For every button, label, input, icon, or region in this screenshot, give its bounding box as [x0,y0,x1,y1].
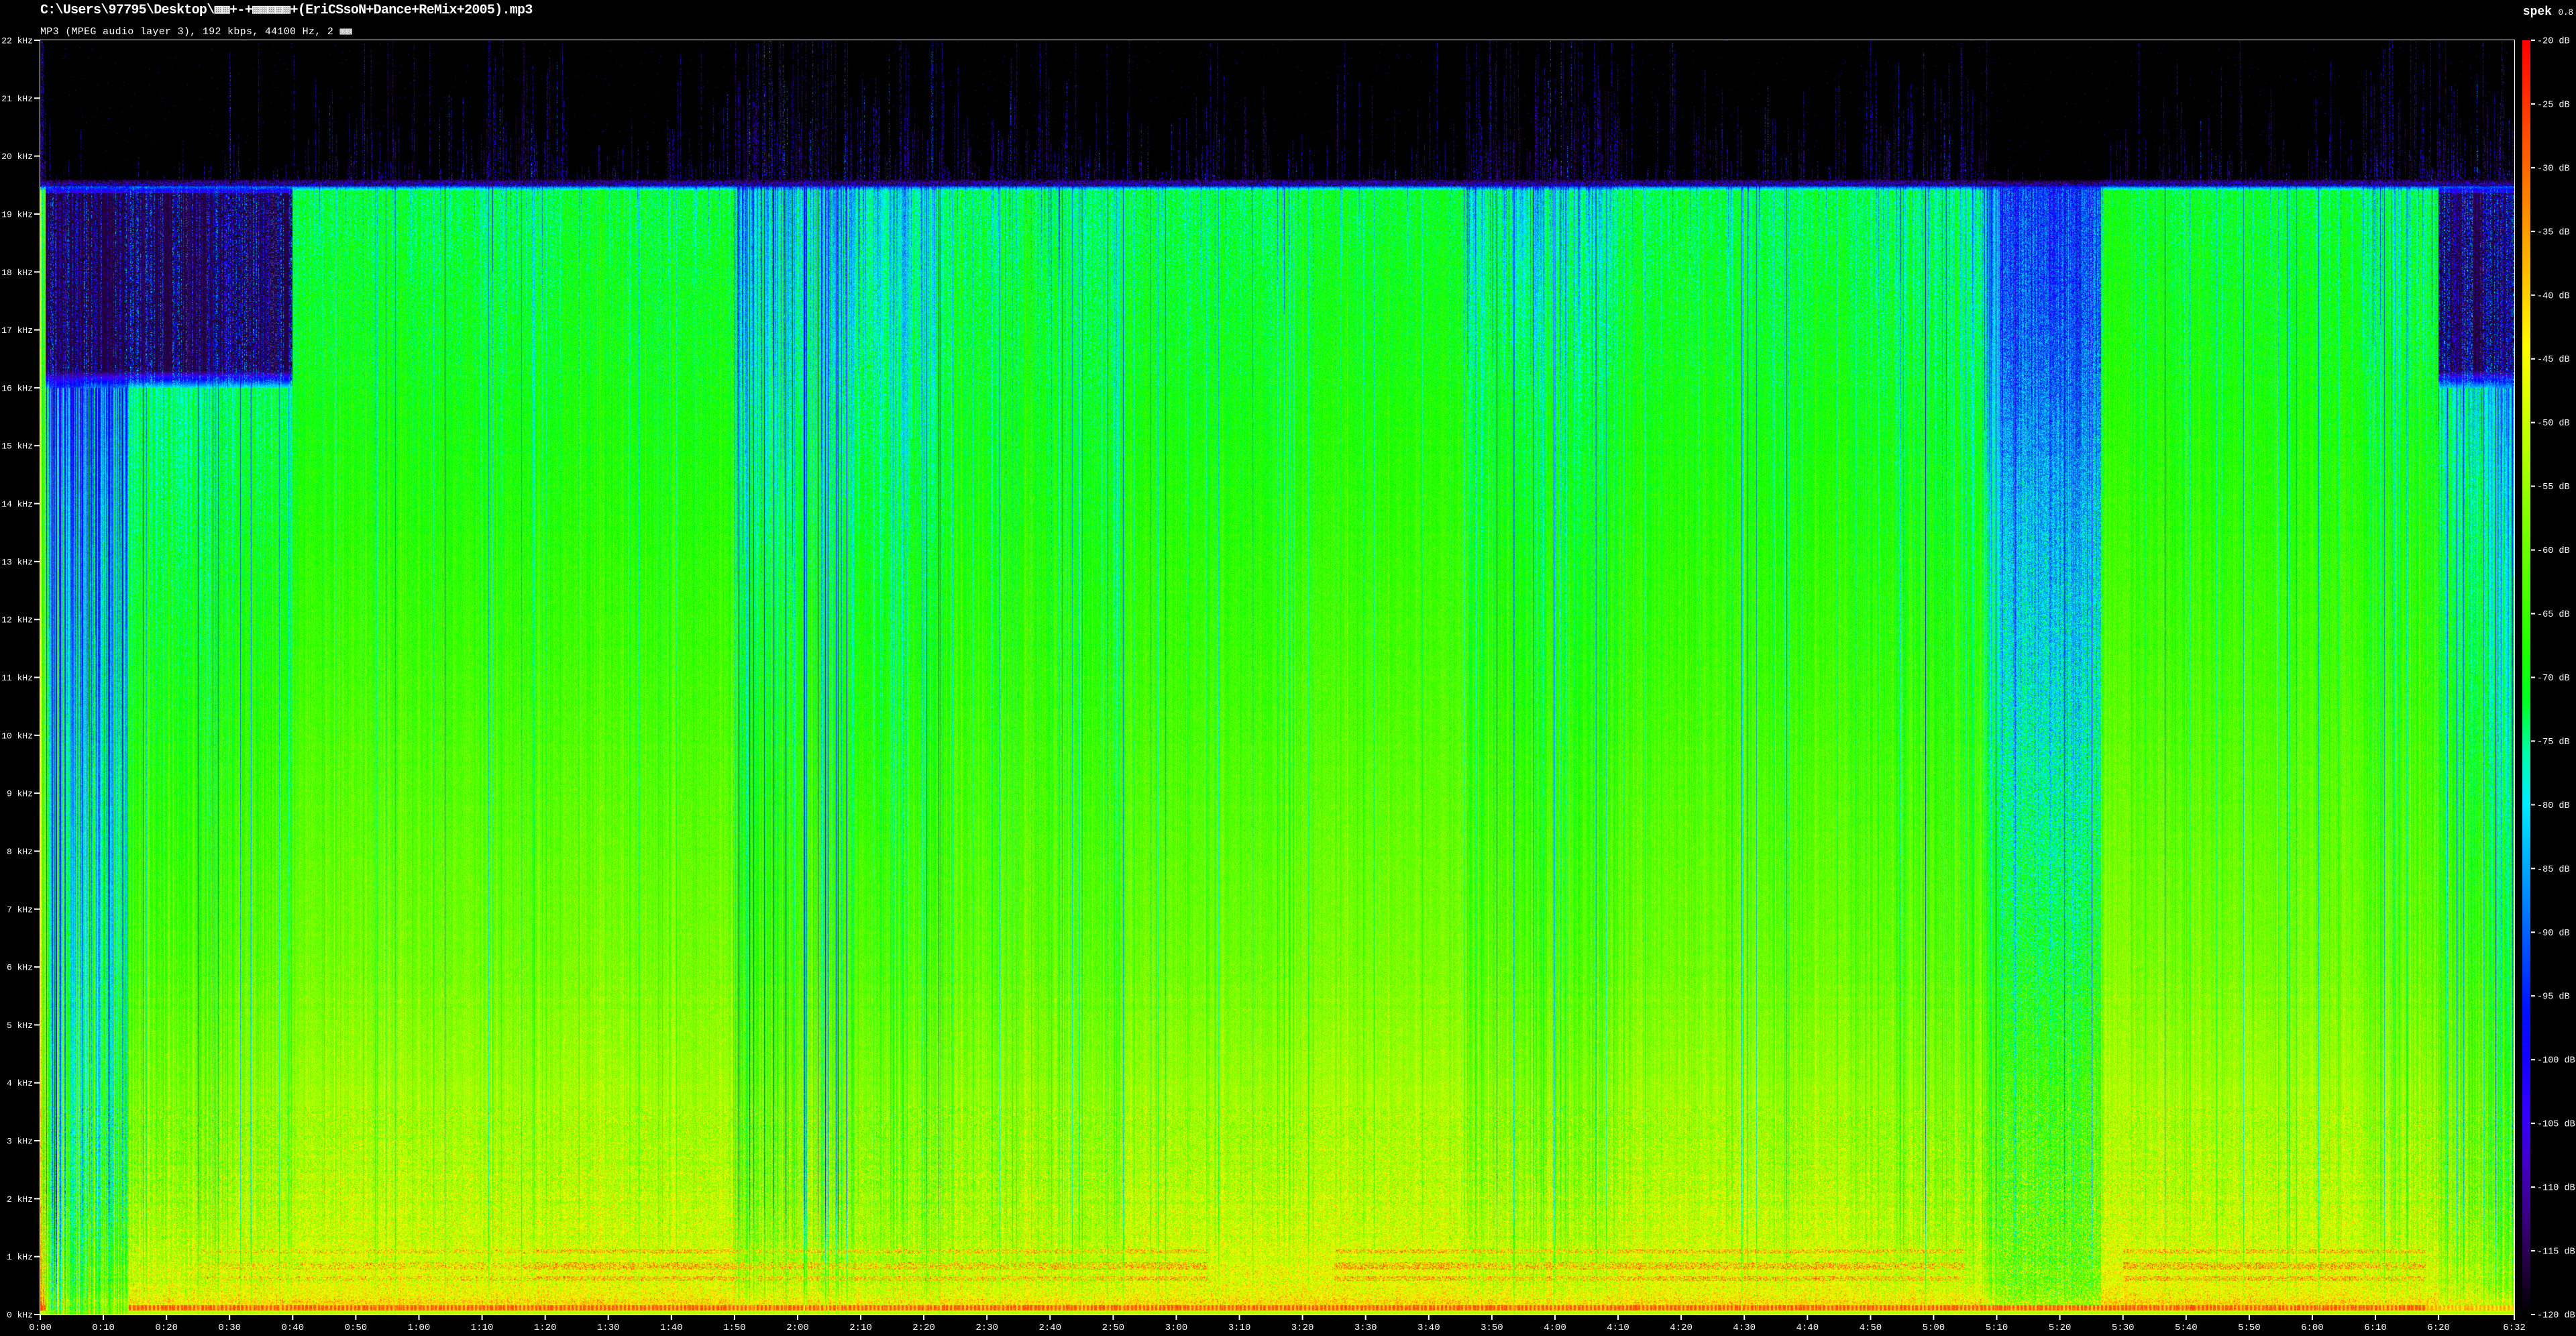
svg-text:3:10: 3:10 [1228,1323,1251,1333]
svg-text:5:30: 5:30 [2112,1323,2135,1333]
svg-text:5:10: 5:10 [1986,1323,2008,1333]
svg-text:-25 dB: -25 dB [2537,100,2570,110]
svg-text:C:\Users\97795\Desktop\▩▩+-+▩▩: C:\Users\97795\Desktop\▩▩+-+▩▩▩▩▩+(EriCS… [40,3,533,18]
svg-text:-50 dB: -50 dB [2537,419,2570,429]
svg-text:-60 dB: -60 dB [2537,546,2570,556]
svg-text:2:50: 2:50 [1102,1323,1125,1333]
svg-text:18 kHz: 18 kHz [1,268,33,278]
svg-text:2:40: 2:40 [1038,1323,1061,1333]
svg-text:5:00: 5:00 [1923,1323,1945,1333]
svg-text:1:30: 1:30 [597,1323,620,1333]
svg-text:3:30: 3:30 [1354,1323,1377,1333]
svg-text:-40 dB: -40 dB [2537,291,2570,301]
svg-text:-80 dB: -80 dB [2537,801,2570,811]
svg-text:1 kHz: 1 kHz [7,1252,33,1262]
svg-text:8 kHz: 8 kHz [7,847,33,857]
svg-text:6:32: 6:32 [2503,1323,2526,1333]
svg-text:-95 dB: -95 dB [2537,992,2570,1003]
svg-text:2 kHz: 2 kHz [7,1194,33,1204]
svg-text:11 kHz: 11 kHz [1,673,33,683]
svg-text:1:00: 1:00 [408,1323,431,1333]
svg-text:14 kHz: 14 kHz [1,499,33,509]
svg-text:2:20: 2:20 [912,1323,935,1333]
svg-text:3:20: 3:20 [1291,1323,1314,1333]
svg-text:12 kHz: 12 kHz [1,615,33,625]
svg-text:3:00: 3:00 [1165,1323,1188,1333]
svg-text:0:10: 0:10 [92,1323,115,1333]
svg-text:21 kHz: 21 kHz [1,94,33,104]
svg-text:-35 dB: -35 dB [2537,227,2570,238]
svg-text:0.8: 0.8 [2558,8,2573,17]
svg-text:5 kHz: 5 kHz [7,1021,33,1031]
svg-text:4:00: 4:00 [1544,1323,1566,1333]
svg-text:6:20: 6:20 [2427,1323,2450,1333]
svg-text:5:40: 5:40 [2175,1323,2198,1333]
svg-text:3:50: 3:50 [1481,1323,1503,1333]
svg-text:6:10: 6:10 [2364,1323,2387,1333]
svg-text:4:40: 4:40 [1796,1323,1819,1333]
svg-text:-45 dB: -45 dB [2537,355,2570,365]
svg-text:7 kHz: 7 kHz [7,905,33,915]
svg-text:9 kHz: 9 kHz [7,789,33,799]
svg-text:16 kHz: 16 kHz [1,383,33,393]
svg-text:4:50: 4:50 [1860,1323,1882,1333]
svg-text:-55 dB: -55 dB [2537,482,2570,493]
svg-text:5:20: 5:20 [2049,1323,2072,1333]
svg-text:15 kHz: 15 kHz [1,442,33,452]
svg-text:-65 dB: -65 dB [2537,610,2570,620]
svg-text:0:50: 0:50 [345,1323,368,1333]
svg-text:-70 dB: -70 dB [2537,674,2570,684]
svg-text:10 kHz: 10 kHz [1,731,33,741]
svg-text:-20 dB: -20 dB [2537,37,2570,47]
svg-text:-30 dB: -30 dB [2537,164,2570,174]
svg-text:-115 dB: -115 dB [2537,1247,2575,1257]
svg-text:0:30: 0:30 [218,1323,241,1333]
svg-text:1:40: 1:40 [660,1323,683,1333]
svg-text:-120 dB: -120 dB [2537,1311,2575,1321]
svg-text:0:40: 0:40 [281,1323,304,1333]
svg-text:3:40: 3:40 [1417,1323,1440,1333]
svg-text:4:20: 4:20 [1670,1323,1693,1333]
svg-text:20 kHz: 20 kHz [1,152,33,162]
svg-text:2:00: 2:00 [786,1323,809,1333]
svg-text:-110 dB: -110 dB [2537,1184,2575,1194]
svg-text:2:10: 2:10 [849,1323,872,1333]
svg-text:spek: spek [2523,5,2552,19]
svg-text:19 kHz: 19 kHz [1,210,33,220]
svg-text:-105 dB: -105 dB [2537,1120,2575,1130]
svg-text:6:00: 6:00 [2301,1323,2324,1333]
svg-text:22 kHz: 22 kHz [1,36,33,46]
svg-text:-100 dB: -100 dB [2537,1056,2575,1066]
svg-text:0:20: 0:20 [155,1323,178,1333]
svg-text:1:50: 1:50 [723,1323,746,1333]
svg-text:0:00: 0:00 [29,1323,52,1333]
svg-text:1:20: 1:20 [534,1323,557,1333]
svg-text:4 kHz: 4 kHz [7,1078,33,1088]
svg-text:3 kHz: 3 kHz [7,1137,33,1147]
svg-text:13 kHz: 13 kHz [1,557,33,567]
svg-text:2:30: 2:30 [975,1323,998,1333]
svg-text:17 kHz: 17 kHz [1,325,33,336]
svg-text:-90 dB: -90 dB [2537,929,2570,939]
svg-text:-85 dB: -85 dB [2537,865,2570,875]
svg-text:4:30: 4:30 [1733,1323,1756,1333]
svg-text:1:10: 1:10 [471,1323,494,1333]
svg-text:4:10: 4:10 [1607,1323,1629,1333]
svg-text:5:50: 5:50 [2238,1323,2261,1333]
svg-text:0 kHz: 0 kHz [7,1311,33,1321]
svg-text:6 kHz: 6 kHz [7,963,33,973]
svg-text:-75 dB: -75 dB [2537,737,2570,748]
svg-text:MP3 (MPEG audio layer 3), 192: MP3 (MPEG audio layer 3), 192 kbps, 4410… [40,26,352,38]
